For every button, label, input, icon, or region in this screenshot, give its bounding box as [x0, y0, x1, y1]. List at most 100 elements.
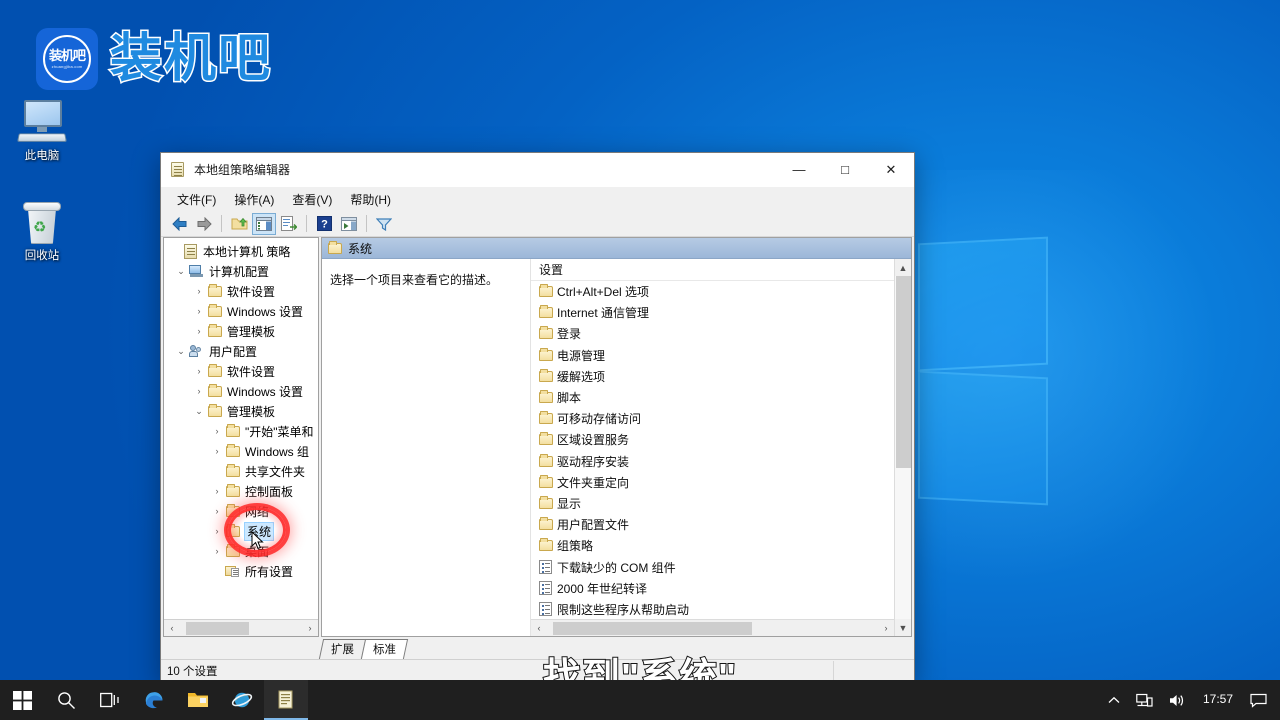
list-item[interactable]: 电源管理 [531, 345, 894, 366]
tree-node-computer-config[interactable]: ⌄ 计算机配置 [166, 261, 318, 281]
menu-file[interactable]: 文件(F) [169, 188, 224, 211]
scroll-left-icon[interactable]: ‹ [164, 621, 180, 636]
console-tree-icon[interactable] [252, 213, 276, 235]
twisty-expanded-icon[interactable]: ⌄ [192, 406, 206, 417]
export-list-icon[interactable] [277, 213, 301, 235]
tree-node-user-config[interactable]: ⌄ 用户配置 [166, 341, 318, 361]
scrollbar-thumb[interactable] [186, 622, 249, 635]
clock[interactable]: 17:57 [1195, 693, 1241, 706]
scroll-right-icon[interactable]: › [878, 621, 894, 636]
tree-node-network[interactable]: › 网络 [166, 501, 318, 521]
list-item[interactable]: 显示 [531, 493, 894, 514]
edge-button[interactable] [132, 680, 176, 720]
tree-node-windows-settings[interactable]: › Windows 设置 [166, 301, 318, 321]
folder-icon [224, 526, 241, 537]
tree-node-shared-folders[interactable]: › 共享文件夹 [166, 461, 318, 481]
scroll-right-icon[interactable]: › [302, 621, 318, 636]
up-folder-icon[interactable] [227, 213, 251, 235]
gpedit-document-icon [278, 690, 294, 709]
twisty-collapsed-icon[interactable]: › [192, 366, 206, 376]
menu-action[interactable]: 操作(A) [226, 188, 282, 211]
list-item[interactable]: Internet 通信管理 [531, 302, 894, 323]
network-button[interactable] [1129, 680, 1160, 720]
tree-node-desktop[interactable]: › 桌面 [166, 541, 318, 561]
list-item[interactable]: 文件夹重定向 [531, 472, 894, 493]
tree-horizontal-scrollbar[interactable]: ‹ › [164, 619, 318, 636]
tree-node-control-panel[interactable]: › 控制面板 [166, 481, 318, 501]
scrollbar-track[interactable] [180, 621, 302, 636]
scrollbar-thumb[interactable] [896, 276, 911, 468]
tree-node-all-settings[interactable]: › 所有设置 [166, 561, 318, 581]
list-item[interactable]: 下载缺少的 COM 组件 [531, 556, 894, 577]
twisty-collapsed-icon[interactable]: › [210, 506, 224, 516]
window-titlebar[interactable]: 本地组策略编辑器 — □ ✕ [161, 153, 914, 187]
scrollbar-track[interactable] [547, 621, 878, 636]
list-item[interactable]: Ctrl+Alt+Del 选项 [531, 281, 894, 302]
twisty-expanded-icon[interactable]: ⌄ [174, 346, 188, 357]
all-settings-icon [224, 565, 241, 578]
list-item[interactable]: 区域设置服务 [531, 429, 894, 450]
toolbar-separator [366, 215, 367, 232]
tree-node-root[interactable]: › 本地计算机 策略 [166, 241, 318, 261]
settings-horizontal-scrollbar[interactable]: ‹ › [531, 619, 894, 636]
task-view-button[interactable] [88, 680, 132, 720]
desktop-icon-recycle-bin[interactable]: ♻ 回收站 [4, 200, 80, 264]
internet-explorer-button[interactable] [220, 680, 264, 720]
twisty-collapsed-icon[interactable]: › [210, 426, 224, 436]
filter-funnel-icon[interactable] [372, 213, 396, 235]
tree-node-admin-templates[interactable]: › 管理模板 [166, 321, 318, 341]
twisty-collapsed-icon[interactable]: › [192, 306, 206, 316]
tree-node-system[interactable]: › 系统 [166, 521, 318, 541]
close-button[interactable]: ✕ [868, 153, 914, 187]
menu-help[interactable]: 帮助(H) [342, 188, 399, 211]
scroll-down-icon[interactable]: ▼ [895, 619, 911, 636]
taskbar: 17:57 [0, 680, 1280, 720]
list-item[interactable]: 用户配置文件 [531, 514, 894, 535]
list-item[interactable]: 可移动存储访问 [531, 408, 894, 429]
volume-button[interactable] [1162, 680, 1193, 720]
scrollbar-track[interactable] [895, 276, 911, 619]
desktop-icon-this-pc[interactable]: 此电脑 [4, 100, 80, 164]
start-button[interactable] [0, 680, 44, 720]
twisty-collapsed-icon[interactable]: › [210, 446, 224, 456]
tree-node-software-settings[interactable]: › 软件设置 [166, 281, 318, 301]
tree-node-user-software-settings[interactable]: › 软件设置 [166, 361, 318, 381]
list-item[interactable]: 脚本 [531, 387, 894, 408]
tree-node-windows-components[interactable]: › Windows 组 [166, 441, 318, 461]
action-center-button[interactable] [1243, 680, 1274, 720]
twisty-expanded-icon[interactable]: ⌄ [174, 266, 188, 277]
search-button[interactable] [44, 680, 88, 720]
action-pane-icon[interactable] [337, 213, 361, 235]
scrollbar-thumb[interactable] [553, 622, 752, 635]
menu-view[interactable]: 查看(V) [284, 188, 340, 211]
question-help-icon[interactable]: ? [312, 213, 336, 235]
file-explorer-button[interactable] [176, 680, 220, 720]
twisty-collapsed-icon[interactable]: › [210, 526, 224, 536]
tree-node-start-menu[interactable]: › "开始"菜单和 [166, 421, 318, 441]
twisty-collapsed-icon[interactable]: › [192, 386, 206, 396]
scroll-left-icon[interactable]: ‹ [531, 621, 547, 636]
gpedit-taskbar-button[interactable] [264, 680, 308, 720]
list-item[interactable]: 组策略 [531, 535, 894, 556]
twisty-collapsed-icon[interactable]: › [210, 546, 224, 556]
forward-arrow-icon[interactable] [192, 213, 216, 235]
list-item[interactable]: 限制这些程序从帮助启动 [531, 599, 894, 619]
tree-node-user-admin-templates[interactable]: ⌄ 管理模板 [166, 401, 318, 421]
list-item-label: Internet 通信管理 [557, 304, 649, 321]
tree-node-label: 所有设置 [245, 563, 293, 580]
twisty-collapsed-icon[interactable]: › [192, 286, 206, 296]
settings-column-header[interactable]: 设置 [531, 259, 894, 281]
list-item[interactable]: 登录 [531, 323, 894, 344]
list-item[interactable]: 缓解选项 [531, 366, 894, 387]
scroll-up-icon[interactable]: ▲ [895, 259, 911, 276]
list-item[interactable]: 2000 年世纪转译 [531, 578, 894, 599]
minimize-button[interactable]: — [776, 153, 822, 187]
show-hidden-icons-button[interactable] [1101, 680, 1127, 720]
back-arrow-icon[interactable] [167, 213, 191, 235]
list-item[interactable]: 驱动程序安装 [531, 451, 894, 472]
tree-node-user-windows-settings[interactable]: › Windows 设置 [166, 381, 318, 401]
settings-vertical-scrollbar[interactable]: ▲ ▼ [894, 259, 911, 636]
maximize-button[interactable]: □ [822, 153, 868, 187]
twisty-collapsed-icon[interactable]: › [210, 486, 224, 496]
twisty-collapsed-icon[interactable]: › [192, 326, 206, 336]
